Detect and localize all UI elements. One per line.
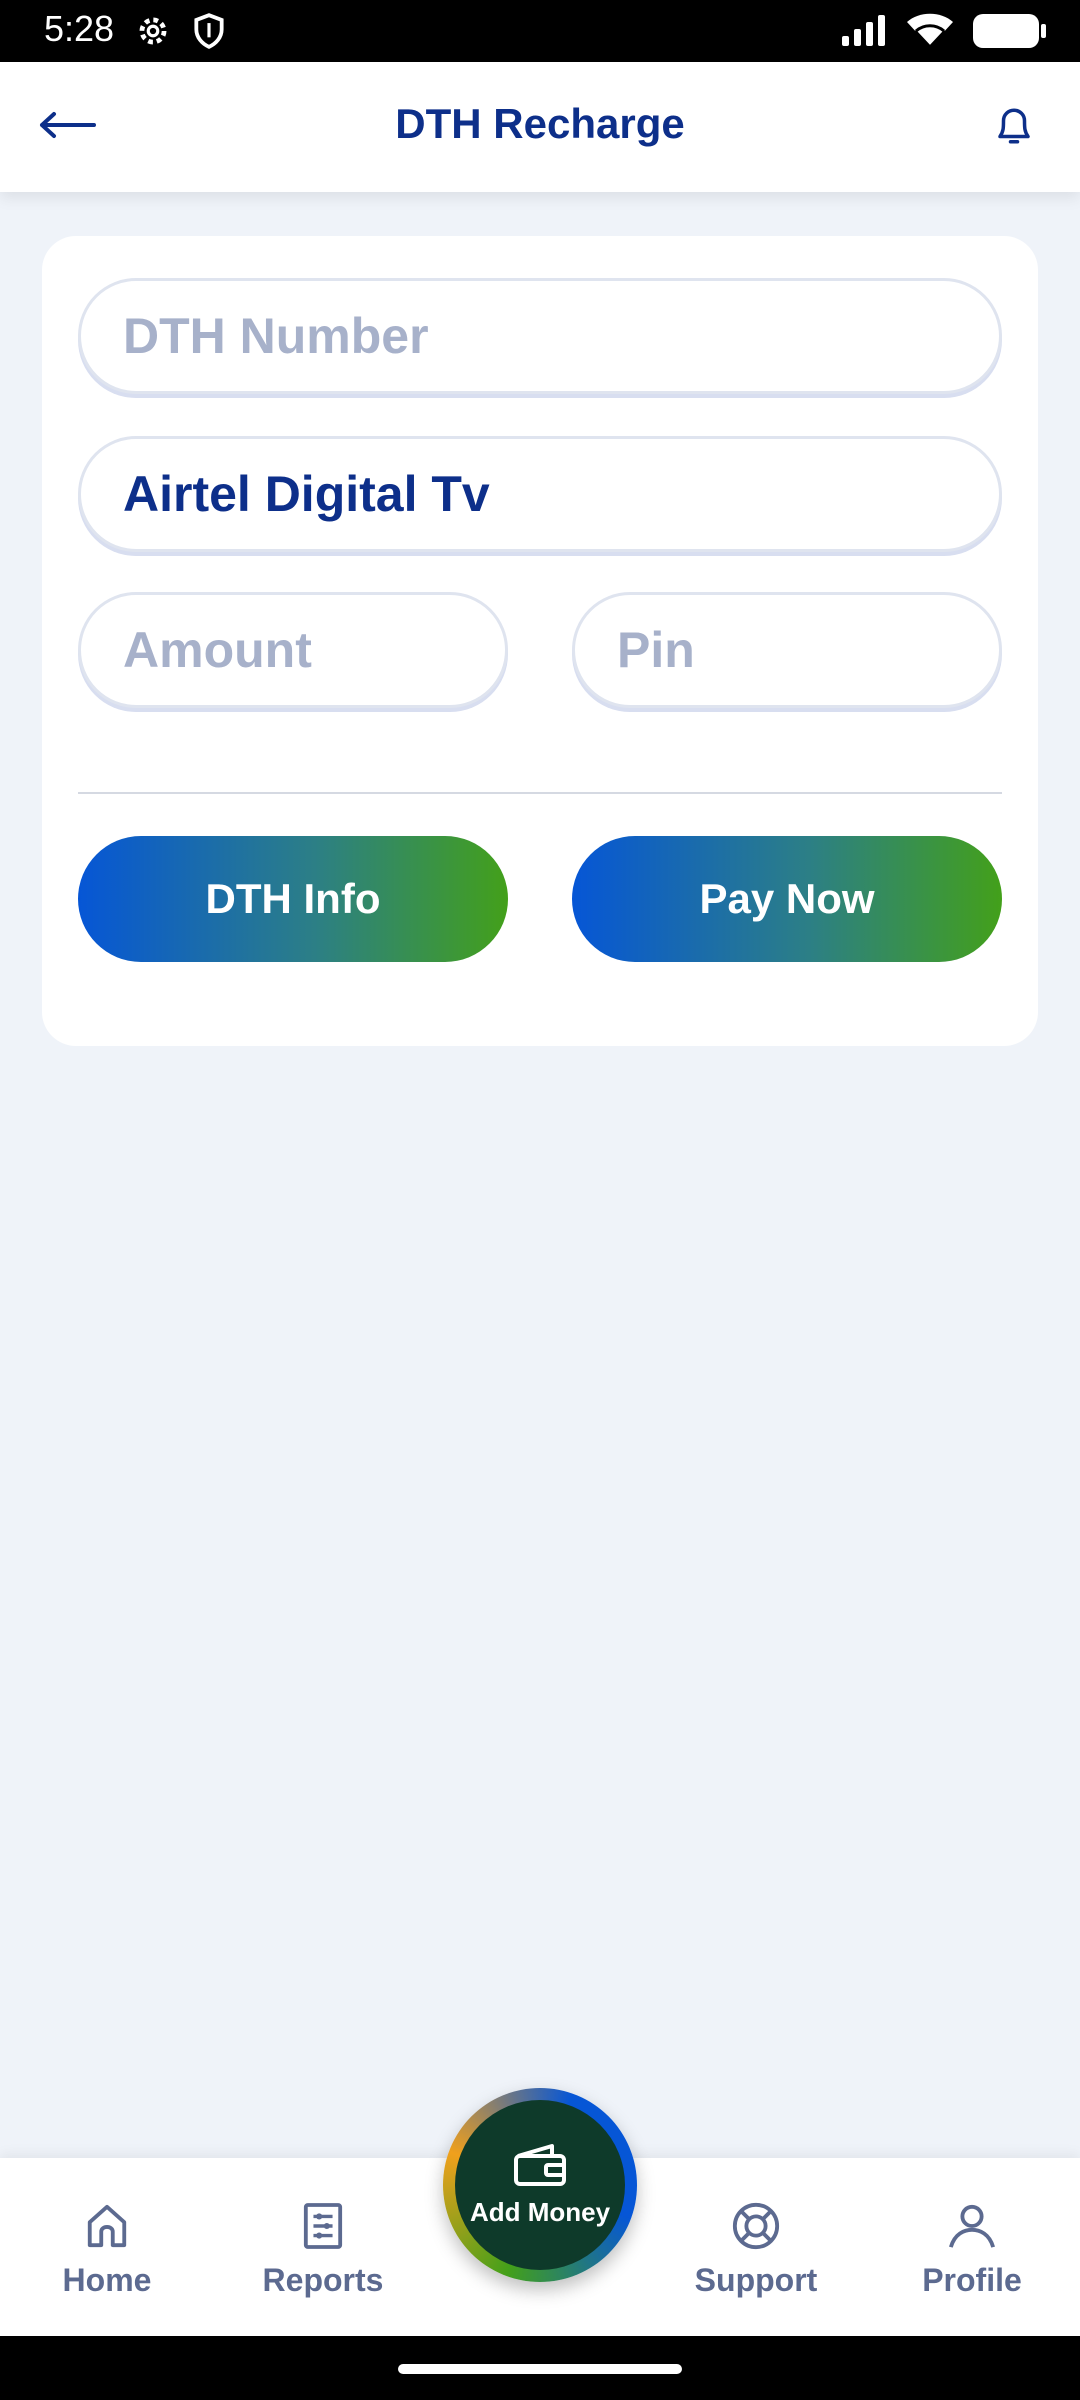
operator-select[interactable]: Airtel Digital Tv <box>78 436 1002 552</box>
nav-item-home[interactable]: Home <box>27 2200 187 2299</box>
wallet-icon <box>512 2142 568 2191</box>
divider <box>78 792 1002 794</box>
pin-input[interactable]: Pin <box>572 592 1002 708</box>
lifebuoy-icon <box>730 2200 782 2252</box>
gear-icon <box>134 12 172 55</box>
dth-info-button[interactable]: DTH Info <box>78 836 508 962</box>
app-header: DTH Recharge <box>0 62 1080 192</box>
nav-item-profile[interactable]: Profile <box>892 2200 1052 2299</box>
signal-icon <box>840 14 888 53</box>
pay-now-button[interactable]: Pay Now <box>572 836 1002 962</box>
notification-button[interactable] <box>984 98 1044 158</box>
gesture-handle[interactable] <box>398 2364 682 2374</box>
user-icon <box>946 2200 998 2252</box>
status-bar: 5:28 <box>0 0 1080 62</box>
recharge-form-card: DTH Number Airtel Digital Tv Amount Pin … <box>42 236 1038 1046</box>
bell-icon <box>993 103 1035 154</box>
nav-label-home: Home <box>62 2262 152 2298</box>
page-title: DTH Recharge <box>395 100 685 147</box>
nav-item-reports[interactable]: Reports <box>243 2200 403 2299</box>
status-time: 5:28 <box>44 8 115 49</box>
amount-input[interactable]: Amount <box>78 592 508 708</box>
home-icon <box>81 2200 133 2252</box>
reports-icon <box>297 2200 349 2252</box>
wifi-icon <box>906 13 954 54</box>
nav-label-support: Support <box>694 2262 818 2298</box>
dth-number-input[interactable]: DTH Number <box>78 278 1002 394</box>
add-money-button[interactable]: Add Money <box>443 2088 637 2282</box>
nav-item-support[interactable]: Support <box>676 2200 836 2299</box>
battery-icon <box>972 12 1048 55</box>
add-money-label: Add Money <box>469 2197 611 2227</box>
nav-label-reports: Reports <box>262 2262 384 2298</box>
nav-label-profile: Profile <box>922 2262 1022 2298</box>
shield-icon <box>190 12 228 55</box>
